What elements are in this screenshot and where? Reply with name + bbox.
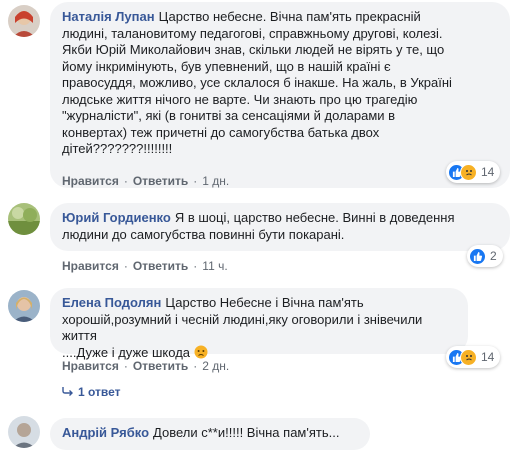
reactions-summary[interactable]: 14 [446, 161, 501, 183]
reply-link[interactable]: Ответить [133, 174, 188, 188]
comment-actions: Нравится · Ответить · 11 ч. [62, 259, 228, 273]
comment-bubble: Наталія Лупан Царство небесне. Вічна пам'… [50, 2, 510, 188]
reactions-summary[interactable]: 2 [467, 245, 503, 267]
like-link[interactable]: Нравится [62, 359, 119, 373]
comment-text-line: правосуддя, можливо, усе склалося б інак… [62, 75, 452, 90]
comment-text-line: хорошій,розумний і чесній людині,яку ого… [62, 311, 423, 344]
comment-bubble: Андрій Рябко Довели с**и!!!!! Вічна пам'я… [50, 418, 370, 450]
comment-text-line: Царство небесне. Вічна пам'ять прекрасні… [158, 9, 421, 24]
reactions-summary[interactable]: 14 [446, 346, 501, 368]
comment-text-line: ....Дуже і дуже шкода [62, 344, 191, 360]
sad-face-icon [194, 345, 208, 359]
comment-text-line: людське життя нічого не варте. Чи знають… [62, 91, 418, 107]
comment-text-line: Царство Небесне і Вічна пам'ять [165, 295, 364, 310]
comment-actions: Нравится · Ответить · 2 дн. [62, 359, 230, 373]
comment-author[interactable]: Андрій Рябко [62, 425, 149, 440]
sad-reaction-icon [460, 348, 477, 366]
avatar[interactable] [8, 416, 40, 448]
comment-text-line: Довели с**и!!!!! Вічна пам'ять... [153, 425, 340, 440]
comment-text-line: людини до самогубства повинні бути покар… [62, 226, 345, 242]
reaction-count: 2 [490, 249, 497, 263]
reply-link[interactable]: Ответить [133, 259, 188, 273]
like-link[interactable]: Нравится [62, 174, 119, 188]
comment-author[interactable]: Юрий Гордиенко [62, 210, 171, 225]
timestamp[interactable]: 2 дн. [202, 359, 229, 373]
avatar[interactable] [8, 203, 40, 235]
comment-text-line: Якби Юрій Миколайович знав, скільки люде… [62, 42, 445, 57]
reaction-count: 14 [481, 165, 495, 179]
like-link[interactable]: Нравится [62, 259, 119, 273]
comment-author[interactable]: Наталія Лупан [62, 9, 155, 24]
comment-bubble: Юрий Гордиенко Я в шоці, царство небесне.… [50, 203, 510, 251]
reaction-count: 14 [481, 350, 495, 364]
comment-text-line: "журналісти", які (в гонитві за сенсація… [62, 108, 396, 123]
view-replies-link[interactable]: 1 ответ [62, 385, 121, 399]
sad-reaction-icon [460, 163, 477, 181]
timestamp[interactable]: 1 дн. [202, 174, 229, 188]
like-reaction-icon [469, 247, 486, 265]
comment-bubble: Елена Подолян Царство Небесне і Вічна пам… [50, 288, 468, 360]
avatar[interactable] [8, 5, 40, 37]
comment-text-line: дітей???????!!!!!!!! [62, 141, 173, 156]
avatar[interactable] [8, 290, 40, 322]
comment-text-line: йому інкримінують, був упевнений, що в н… [62, 58, 391, 74]
comment-actions: Нравится · Ответить · 1 дн. [62, 174, 230, 188]
comment-text-line: конвертах) теж причетні до самогубства б… [62, 124, 380, 140]
replies-count: 1 ответ [78, 385, 121, 399]
reply-link[interactable]: Ответить [133, 359, 188, 373]
comment-text-line: людині, талановитому педагогові, справжн… [62, 25, 443, 41]
reply-arrow-icon [62, 385, 74, 399]
comment-text-line: Я в шоці, царство небесне. Винні в довед… [174, 210, 455, 225]
timestamp[interactable]: 11 ч. [202, 259, 227, 273]
comment-author[interactable]: Елена Подолян [62, 295, 161, 310]
